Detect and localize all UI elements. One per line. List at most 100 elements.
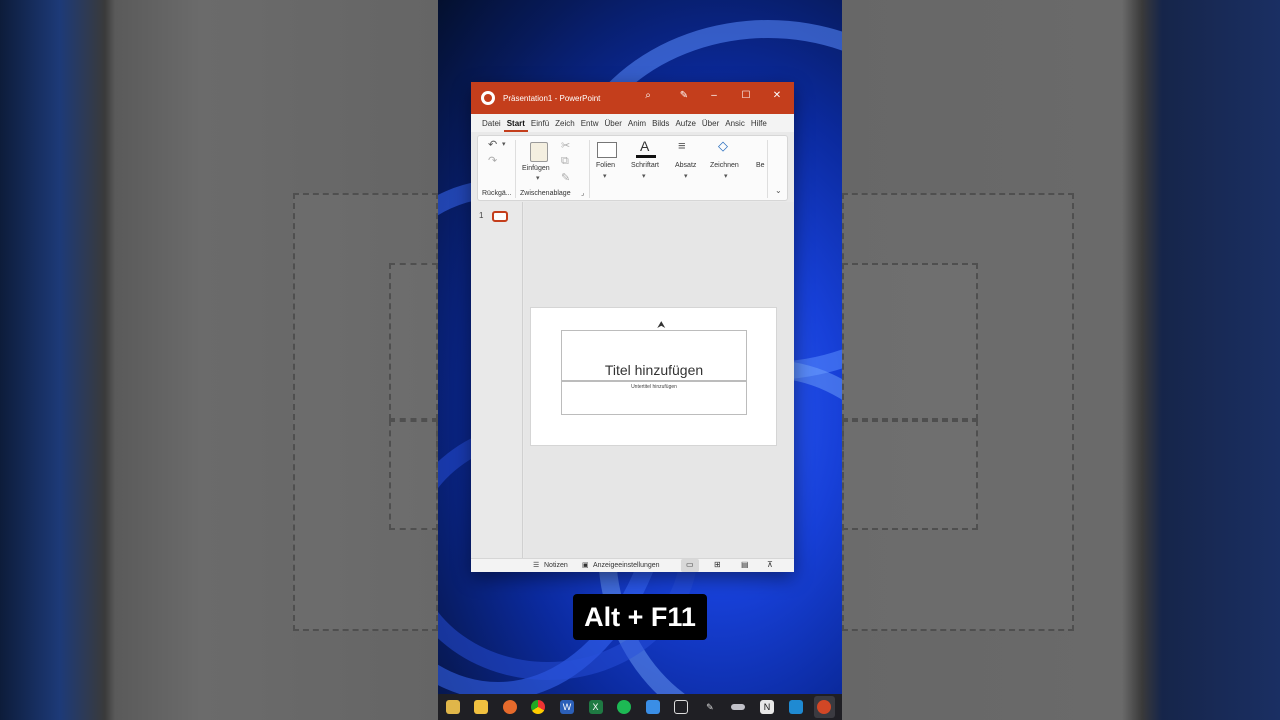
powerpoint-logo-icon xyxy=(481,91,495,105)
tab-datei[interactable]: Datei xyxy=(479,119,504,132)
paste-button[interactable]: Einfügen xyxy=(522,165,550,172)
slide-number: 1 xyxy=(479,211,484,220)
tab-zeichnen[interactable]: Zeich xyxy=(552,119,578,132)
tab-aufzeichnen[interactable]: Aufze xyxy=(672,119,698,132)
dialog-launcher-icon[interactable]: ⌟ xyxy=(581,189,584,197)
maximize-button[interactable]: ☐ xyxy=(738,90,754,101)
chrome-icon xyxy=(531,700,546,714)
taskbar-app[interactable]: W xyxy=(556,696,577,718)
undo-icon[interactable]: ↶ xyxy=(488,138,497,151)
notes-button[interactable]: Notizen xyxy=(544,562,568,569)
tab-ueberpruefen[interactable]: Über xyxy=(699,119,722,132)
slide-thumbnail-pane: 1 xyxy=(471,202,523,558)
chevron-down-icon[interactable]: ▾ xyxy=(603,172,607,180)
chevron-down-icon[interactable]: ▾ xyxy=(642,172,646,180)
powerpoint-icon xyxy=(817,700,832,714)
taskbar-app[interactable] xyxy=(613,696,634,718)
taskbar-app[interactable] xyxy=(671,696,692,718)
font-color-bar xyxy=(636,155,656,158)
taskbar-app[interactable]: ✎ xyxy=(699,696,720,718)
taskbar-app[interactable] xyxy=(785,696,806,718)
chevron-down-icon[interactable]: ▾ xyxy=(502,140,506,148)
tab-start[interactable]: Start xyxy=(503,119,528,132)
file-explorer-icon xyxy=(445,700,460,714)
pen-app-icon: ✎ xyxy=(706,702,714,712)
shortcut-caption: Alt + F11 xyxy=(573,594,707,640)
taskbar-app[interactable] xyxy=(642,696,663,718)
notion-icon: N xyxy=(760,700,774,714)
taskbar-app[interactable] xyxy=(442,696,463,718)
redo-icon[interactable]: ↷ xyxy=(488,154,497,167)
firefox-icon xyxy=(502,700,517,714)
ribbon-expand-icon[interactable]: ⌄ xyxy=(775,186,782,195)
group-divider xyxy=(515,140,516,198)
window-title: Präsentation1 - PowerPoint xyxy=(503,93,601,103)
chevron-down-icon[interactable]: ▾ xyxy=(724,172,728,180)
tab-bildschirmpraesentation[interactable]: Bilds xyxy=(649,119,672,132)
video-frame: Präsentation1 - PowerPoint ⌕ ✎ – ☐ ✕ Dat… xyxy=(0,0,1280,720)
blurred-background-left xyxy=(0,0,438,720)
spotify-icon xyxy=(617,700,632,714)
taskbar-app[interactable] xyxy=(499,696,520,718)
group-divider xyxy=(589,140,590,198)
mail-icon xyxy=(645,700,660,714)
paragraph-icon[interactable]: ≡ xyxy=(678,138,686,153)
taskbar-app[interactable] xyxy=(528,696,549,718)
drawing-button[interactable]: Zeichnen xyxy=(710,162,739,169)
taskbar-app[interactable]: X xyxy=(585,696,606,718)
paste-icon[interactable] xyxy=(530,142,548,162)
tab-animationen[interactable]: Anim xyxy=(625,119,649,132)
mouse-cursor-icon: ⮝ xyxy=(657,320,666,331)
taskbar-app[interactable]: N xyxy=(756,696,777,718)
tab-hilfe[interactable]: Hilfe xyxy=(748,119,770,132)
taskbar-app[interactable] xyxy=(813,696,835,718)
blurred-background-right xyxy=(842,0,1280,720)
status-bar: ☰ Notizen ▣ Anzeigeeinstellungen ▭ ⊞ ▤ ⊼ xyxy=(471,558,794,572)
excel-icon: X xyxy=(588,700,603,714)
tab-uebergaenge[interactable]: Über xyxy=(602,119,625,132)
paragraph-button[interactable]: Absatz xyxy=(675,162,696,169)
slides-button[interactable]: Folien xyxy=(596,162,615,169)
vscode-icon xyxy=(788,700,803,714)
format-painter-icon[interactable]: ✎ xyxy=(561,171,570,184)
powerpoint-window[interactable]: Präsentation1 - PowerPoint ⌕ ✎ – ☐ ✕ Dat… xyxy=(471,82,794,572)
slide-sorter-icon[interactable]: ⊞ xyxy=(714,560,721,569)
taskbar-app[interactable] xyxy=(471,696,492,718)
notes-icon: ☰ xyxy=(533,562,540,569)
tab-ansicht[interactable]: Ansic xyxy=(722,119,748,132)
subtitle-placeholder[interactable]: Untertitel hinzufügen xyxy=(561,381,747,415)
slideshow-icon[interactable]: ⊼ xyxy=(767,560,773,569)
slide-canvas[interactable]: Titel hinzufügen Untertitel hinzufügen ⮝ xyxy=(530,307,777,446)
close-button[interactable]: ✕ xyxy=(769,90,785,101)
copy-icon[interactable]: ⧉ xyxy=(561,155,569,168)
chevron-down-icon[interactable]: ▾ xyxy=(684,172,688,180)
new-slide-icon[interactable] xyxy=(597,142,617,158)
chevron-down-icon[interactable]: ▾ xyxy=(536,174,540,182)
taskbar: W X ✎ N xyxy=(438,694,842,720)
title-placeholder-text: Titel hinzufügen xyxy=(604,362,704,378)
display-settings-button[interactable]: Anzeigeeinstellungen xyxy=(593,562,660,569)
shapes-icon[interactable]: ◇ xyxy=(718,138,728,154)
minimize-button[interactable]: – xyxy=(706,90,722,101)
taskbar-app[interactable] xyxy=(728,696,749,718)
search-icon[interactable]: ⌕ xyxy=(640,90,656,101)
remote-desktop-icon xyxy=(674,700,689,714)
font-color-icon[interactable]: A xyxy=(640,138,649,154)
tab-entwurf[interactable]: Entw xyxy=(578,119,602,132)
slide-thumbnail[interactable] xyxy=(492,211,508,222)
pen-icon[interactable]: ✎ xyxy=(676,90,692,101)
group-divider xyxy=(767,140,768,198)
folder-icon xyxy=(474,700,489,714)
clipboard-group-label: Zwischenablage xyxy=(520,190,571,197)
title-placeholder[interactable]: Titel hinzufügen xyxy=(561,330,747,381)
undo-group-label: Rückgä... xyxy=(482,190,512,197)
normal-view-icon: ▭ xyxy=(686,560,694,569)
more-group-button[interactable]: Be xyxy=(756,162,765,169)
font-button[interactable]: Schriftart xyxy=(631,162,659,169)
reading-view-icon[interactable]: ▤ xyxy=(741,560,749,569)
cut-icon[interactable]: ✂ xyxy=(561,139,570,152)
tab-einfuegen[interactable]: Einfü xyxy=(528,119,552,132)
title-bar[interactable]: Präsentation1 - PowerPoint ⌕ ✎ – ☐ ✕ xyxy=(471,82,794,114)
tool-icon xyxy=(731,704,746,710)
ribbon-tabs: Datei Start Einfü Zeich Entw Über Anim B… xyxy=(471,114,794,132)
